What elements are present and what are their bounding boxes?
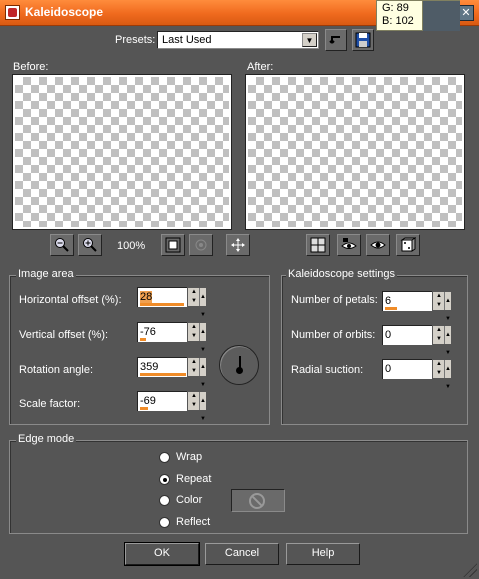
zoom-level: 100% xyxy=(117,240,146,252)
after-preview[interactable] xyxy=(245,74,465,230)
edge-wrap-label: Wrap xyxy=(176,451,203,463)
proof-eye-icon xyxy=(195,239,207,251)
image-area-title: Image area xyxy=(16,268,76,280)
floppy-disk-icon xyxy=(355,32,371,48)
preview-on-image-button[interactable] xyxy=(366,234,390,256)
horizontal-offset-value: 28 xyxy=(140,291,153,303)
app-icon xyxy=(5,5,20,20)
navigate-button[interactable] xyxy=(306,234,330,256)
edge-color-radio[interactable] xyxy=(159,495,170,506)
resize-grip[interactable] xyxy=(463,563,477,577)
scale-factor-value: -69 xyxy=(140,395,156,407)
close-button[interactable]: ✕ xyxy=(458,5,474,21)
rotation-angle-label: Rotation angle: xyxy=(19,364,93,376)
spinner-buttons[interactable]: ▲ ▼ ▲ ▼ xyxy=(187,322,207,353)
eye-icon xyxy=(370,241,386,249)
vertical-offset-input[interactable]: -76 ▲ ▼ ▲ ▼ xyxy=(137,322,207,353)
eye-lock-icon xyxy=(341,238,357,249)
edge-color-label: Color xyxy=(176,494,203,506)
color-tooltip: G: 89 B: 102 xyxy=(376,0,460,31)
spinner-buttons[interactable]: ▲ ▼ ▲ ▼ xyxy=(432,291,452,322)
cancel-button[interactable]: Cancel xyxy=(205,543,279,565)
auto-proof-button[interactable] xyxy=(337,234,361,256)
randomize-button[interactable] xyxy=(396,234,420,256)
number-of-petals-value: 6 xyxy=(385,295,392,307)
proof-button[interactable] xyxy=(189,234,213,256)
spinner-buttons[interactable]: ▲ ▼ ▲ ▼ xyxy=(432,359,452,390)
spinner-buttons[interactable]: ▲ ▼ ▲ ▼ xyxy=(187,287,207,318)
number-of-orbits-input[interactable]: 0 ▲ ▼ ▲ ▼ xyxy=(382,325,452,356)
zoom-in-icon xyxy=(83,238,97,252)
after-label: After: xyxy=(247,61,274,73)
spinner-buttons[interactable]: ▲ ▼ ▲ ▼ xyxy=(432,325,452,356)
number-of-petals-label: Number of petals: xyxy=(291,294,378,306)
scale-factor-input[interactable]: -69 ▲ ▼ ▲ ▼ xyxy=(137,391,207,422)
spinner-buttons[interactable]: ▲ ▼ ▲ ▼ xyxy=(187,357,207,388)
vertical-offset-value: -76 xyxy=(140,326,156,338)
presets-label: Presets: xyxy=(115,34,156,46)
edge-repeat-label: Repeat xyxy=(176,473,212,485)
zoom-out-icon xyxy=(55,238,69,252)
rotation-dial[interactable] xyxy=(219,345,259,385)
rotation-angle-value: 359 xyxy=(140,361,159,373)
before-preview[interactable] xyxy=(12,74,232,230)
rotation-angle-input[interactable]: 359 ▲ ▼ ▲ ▼ xyxy=(137,357,207,388)
spinner-buttons[interactable]: ▲ ▼ ▲ ▼ xyxy=(187,391,207,422)
tooltip-green-value: G: 89 xyxy=(382,2,409,14)
edge-reflect-radio[interactable] xyxy=(159,517,170,528)
navigate-icon xyxy=(310,237,326,253)
horizontal-offset-label: Horizontal offset (%): xyxy=(19,294,122,306)
zoom-out-button[interactable] xyxy=(50,234,74,256)
edge-reflect-label: Reflect xyxy=(176,516,211,528)
scale-factor-label: Scale factor: xyxy=(19,398,81,410)
zoom-fit-button[interactable] xyxy=(161,234,185,256)
edge-repeat-radio[interactable] xyxy=(159,474,170,485)
ok-button[interactable]: OK xyxy=(124,542,200,566)
vertical-offset-label: Vertical offset (%): xyxy=(19,329,109,341)
number-of-petals-input[interactable]: 6 ▲ ▼ ▲ ▼ xyxy=(382,291,452,322)
kaleidoscope-settings-title: Kaleidoscope settings xyxy=(286,268,398,280)
disabled-icon xyxy=(249,493,265,509)
window-title: Kaleidoscope xyxy=(25,5,104,19)
radial-suction-value: 0 xyxy=(385,363,392,375)
number-of-orbits-value: 0 xyxy=(385,329,392,341)
undo-arrow-icon xyxy=(329,36,340,44)
edge-mode-group xyxy=(9,440,468,534)
color-swatch xyxy=(422,1,460,31)
radial-suction-input[interactable]: 0 ▲ ▼ ▲ ▼ xyxy=(382,359,452,390)
pan-button[interactable] xyxy=(226,234,250,256)
presets-value: Last Used xyxy=(162,34,212,46)
number-of-orbits-label: Number of orbits: xyxy=(291,329,376,341)
dice-icon xyxy=(400,237,416,252)
presets-dropdown[interactable]: Last Used ▼ xyxy=(157,31,319,49)
zoom-in-button[interactable] xyxy=(78,234,102,256)
move-cross-icon xyxy=(231,238,245,252)
edge-mode-title: Edge mode xyxy=(16,433,77,445)
edge-color-picker[interactable] xyxy=(231,489,285,512)
tooltip-blue-value: B: 102 xyxy=(382,15,414,27)
chevron-down-icon[interactable]: ▼ xyxy=(302,33,317,47)
radial-suction-label: Radial suction: xyxy=(291,364,364,376)
save-preset-button[interactable] xyxy=(352,29,374,51)
horizontal-offset-input[interactable]: 28 ▲ ▼ ▲ ▼ xyxy=(137,287,207,318)
zoom-fit-icon xyxy=(165,237,181,253)
reset-preset-button[interactable] xyxy=(325,29,347,51)
help-button[interactable]: Help xyxy=(286,543,360,565)
before-label: Before: xyxy=(13,61,49,73)
edge-wrap-radio[interactable] xyxy=(159,452,170,463)
